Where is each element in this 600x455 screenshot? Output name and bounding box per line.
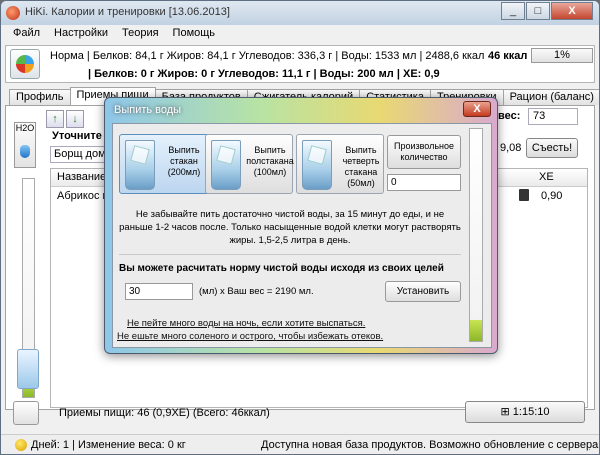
eat-button[interactable]: Съесть!	[526, 138, 578, 158]
weight-label: вес:	[498, 110, 521, 122]
btn-label-2: полстакана	[246, 156, 294, 166]
timer-value: 1:15:10	[512, 406, 550, 418]
norm-line: Норма | Белков: 84,1 г Жиров: 84,1 г Угл…	[50, 50, 485, 62]
update-notice[interactable]: Доступна новая база продуктов. Возможно …	[261, 439, 598, 451]
btn-label-3: (200мл)	[167, 167, 201, 177]
timer-button[interactable]: ⊞ 1:15:10	[465, 401, 585, 423]
row-xe: 0,90	[541, 190, 563, 202]
arrow-down-icon[interactable]: ↓	[66, 110, 84, 128]
h2o-button[interactable]: H2O	[14, 122, 36, 168]
btn-label-3: (100мл)	[253, 167, 287, 177]
half-glass-icon	[211, 140, 241, 190]
dialog-body: Выпить стакан (200мл) Выпить полстакана …	[112, 123, 492, 348]
minimize-button[interactable]: _	[501, 2, 525, 20]
column-name[interactable]: Название	[57, 171, 106, 183]
menu-theory[interactable]: Теория	[122, 25, 159, 43]
quarter-glass-icon	[302, 140, 332, 190]
btn-label-1: Выпить	[345, 145, 377, 155]
dialog-water-level-bar	[469, 128, 483, 342]
btn-label-1: Выпить	[168, 145, 200, 155]
drink-water-dialog: Выпить воды X Выпить стакан (200мл) Выпи…	[104, 97, 498, 354]
tip-link-night[interactable]: Не пейте много воды на ночь, если хотите…	[127, 318, 365, 329]
menu-bar: Файл Настройки Теория Помощь	[1, 25, 599, 43]
app-icon	[6, 6, 20, 20]
custom-amount-button[interactable]: Произвольное количество	[387, 135, 461, 169]
tab-profile[interactable]: Профиль	[9, 89, 71, 105]
dialog-title: Выпить воды	[114, 104, 182, 116]
set-button[interactable]: Установить	[385, 281, 461, 302]
status-bar: Дней: 1 | Изменение веса: 0 кг Доступна …	[1, 434, 599, 454]
smiley-icon	[15, 439, 27, 451]
menu-file[interactable]: Файл	[13, 25, 40, 43]
water-calculator: Вы можете расчитать норму чистой воды ис…	[119, 254, 461, 324]
stats-panel: Норма | Белков: 84,1 г Жиров: 84,1 г Угл…	[5, 45, 595, 83]
meals-toolbar: ↑ ↓	[46, 110, 84, 128]
glass-icon[interactable]	[17, 349, 39, 389]
btn-label-1: Выпить	[254, 145, 286, 155]
menu-settings[interactable]: Настройки	[54, 25, 108, 43]
tip-link-salt[interactable]: Не ешьте много соленого и острого, чтобы…	[117, 331, 383, 342]
drink-glass-button[interactable]: Выпить стакан (200мл)	[119, 134, 211, 194]
intake-line: | Белков: 0 г Жиров: 0 г Углеводов: 11,1…	[88, 68, 440, 80]
chat-icon[interactable]	[13, 401, 39, 425]
row-name: Абрикос в	[57, 190, 109, 202]
calc-result: (мл) х Ваш вес = 2190 мл.	[199, 286, 314, 297]
close-button[interactable]: X	[551, 2, 593, 20]
btn-label-2: четверть стакана	[342, 156, 380, 177]
arrow-up-icon[interactable]: ↑	[46, 110, 64, 128]
menu-help[interactable]: Помощь	[173, 25, 216, 43]
dialog-close-button[interactable]: X	[463, 101, 491, 117]
water-tip: Не забывайте пить достаточно чистой воды…	[119, 209, 461, 246]
title-bar: HiKi. Калории и тренировки [13.06.2013] …	[1, 1, 599, 25]
column-xe[interactable]: ХЕ	[539, 171, 554, 183]
window-controls: _ □ X	[501, 2, 593, 20]
custom-amount-input[interactable]: 0	[387, 174, 461, 191]
glass-icon	[125, 140, 155, 190]
window-title: HiKi. Калории и тренировки [13.06.2013]	[25, 6, 230, 18]
drink-quarter-glass-button[interactable]: Выпить четверть стакана (50мл)	[296, 134, 384, 194]
kcal-total: 46 ккал	[488, 50, 528, 62]
days-status: Дней: 1 | Изменение веса: 0 кг	[31, 439, 186, 451]
tab-ration[interactable]: Рацион (баланс)	[502, 89, 599, 105]
ml-per-kg-input[interactable]: 30	[125, 283, 193, 300]
h2o-label: H2O	[15, 123, 35, 133]
bottom-bar: Приемы пищи: 46 (0,9ХЕ) (Всего: 46ккал) …	[5, 401, 595, 431]
calc-heading: Вы можете расчитать норму чистой воды ис…	[119, 263, 444, 274]
btn-label-2: стакан	[170, 156, 198, 166]
trash-icon[interactable]	[519, 189, 529, 201]
btn-label-3: (50мл)	[347, 178, 375, 188]
progress-percent: 1%	[531, 48, 593, 63]
water-drop-icon	[20, 145, 30, 158]
hint-label: Уточните н	[52, 130, 112, 142]
portion-value: 9,08	[500, 142, 522, 154]
pie-icon[interactable]	[10, 49, 40, 79]
maximize-button[interactable]: □	[526, 2, 550, 20]
meals-summary: Приемы пищи: 46 (0,9ХЕ) (Всего: 46ккал)	[59, 407, 270, 419]
drink-half-glass-button[interactable]: Выпить полстакана (100мл)	[205, 134, 294, 194]
resize-grip[interactable]: ⋰	[588, 441, 597, 452]
weight-input[interactable]: 73	[528, 108, 578, 125]
